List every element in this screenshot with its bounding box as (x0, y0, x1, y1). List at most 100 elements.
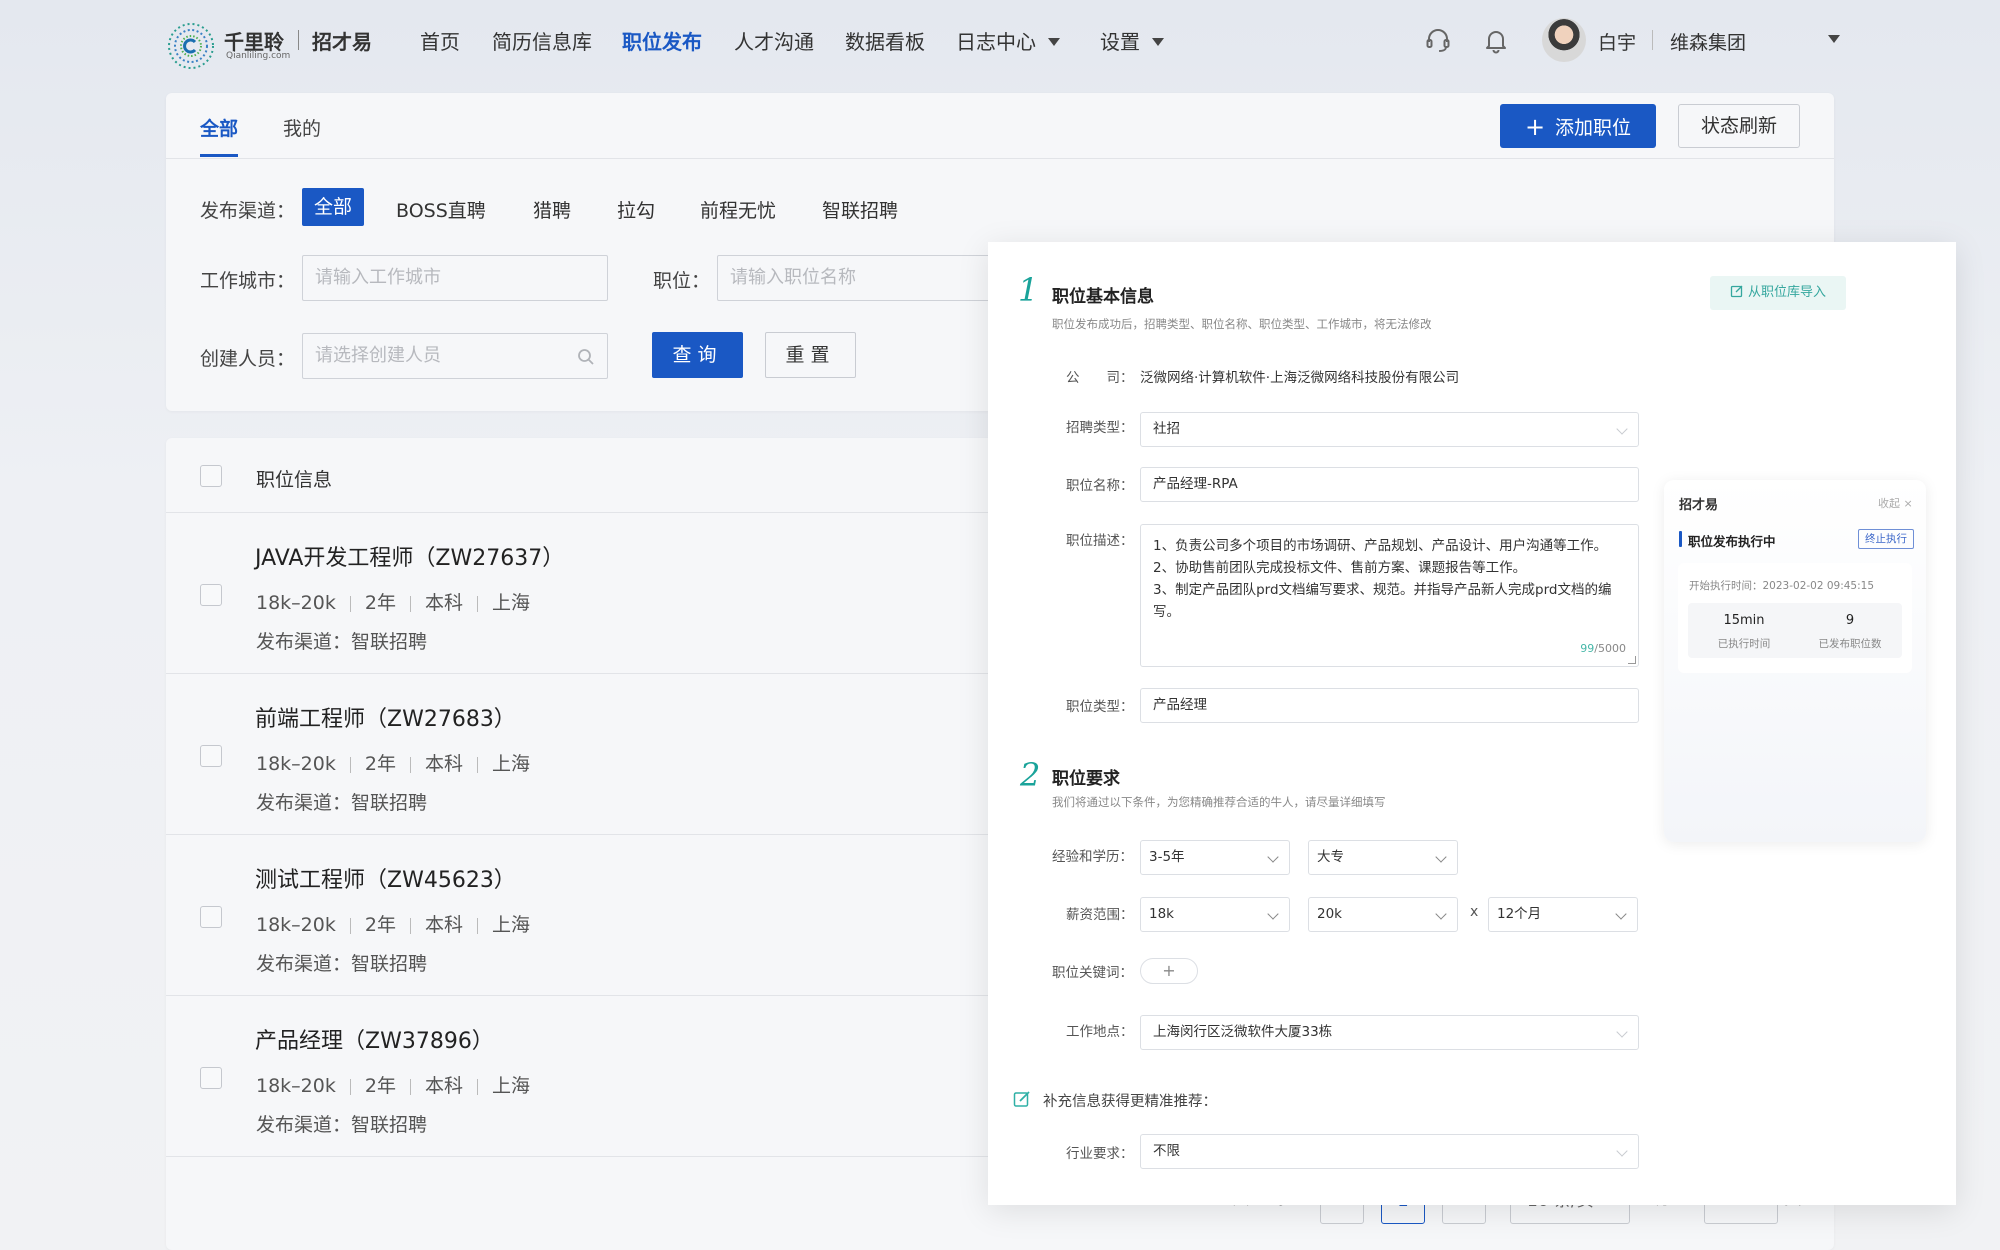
channel-liepin[interactable]: 猎聘 (533, 196, 571, 223)
channel-lagou[interactable]: 拉勾 (617, 196, 655, 223)
job-title[interactable]: JAVA开发工程师（ZW27637） (255, 540, 564, 572)
brand-product-name: 招才易 (312, 30, 372, 54)
avatar[interactable] (1542, 18, 1586, 62)
job-title[interactable]: 前端工程师（ZW27683） (255, 701, 516, 733)
education-select[interactable]: 大专 (1308, 840, 1458, 875)
resize-handle-icon[interactable] (1628, 656, 1636, 664)
nav-home[interactable]: 首页 (420, 26, 460, 55)
job-city: 上海 (491, 914, 530, 936)
chevron-down-icon (1616, 423, 1628, 435)
desc-line: 1、负责公司多个项目的市场调研、产品规划、产品设计、用户沟通等工作。 (1153, 538, 1608, 554)
active-tab-indicator (200, 154, 238, 157)
salary-min-value: 18k (1149, 906, 1174, 922)
desc-line: 写。 (1153, 604, 1180, 620)
job-experience: 2年 (364, 914, 396, 936)
reset-button[interactable]: 重置 (765, 332, 856, 378)
published-count-value: 9 (1845, 613, 1855, 628)
row-checkbox[interactable] (200, 906, 222, 928)
job-salary: 18k–20k (256, 592, 336, 614)
panel-title: 招才易 (1679, 498, 1719, 513)
job-name-input[interactable]: 产品经理-RPA (1140, 467, 1639, 502)
search-icon (578, 349, 594, 365)
headset-icon[interactable] (1424, 26, 1452, 54)
edit-icon (1730, 285, 1743, 298)
select-all-checkbox[interactable] (200, 465, 222, 487)
chevron-down-icon (1267, 908, 1279, 920)
nav-log-center[interactable]: 日志中心 (956, 26, 1060, 55)
refresh-status-button[interactable]: 状态刷新 (1678, 104, 1800, 148)
job-desc-label: 职位描述： (1066, 533, 1134, 549)
job-title[interactable]: 产品经理（ZW37896） (255, 1023, 494, 1055)
chevron-down-icon (1435, 851, 1447, 863)
job-city: 上海 (491, 753, 530, 775)
chevron-down-icon[interactable] (1828, 35, 1840, 43)
recruit-type-select[interactable]: 社招 (1140, 412, 1639, 447)
experience-select[interactable]: 3-5年 (1140, 840, 1290, 875)
city-input[interactable]: 请输入工作城市 (302, 255, 608, 301)
company-selector[interactable]: 维森集团 (1670, 28, 1746, 55)
channel-all[interactable]: 全部 (302, 188, 364, 226)
job-title[interactable]: 测试工程师（ZW45623） (255, 862, 516, 894)
panel-collapse-button[interactable]: 收起 × (1878, 495, 1913, 511)
add-keyword-button[interactable]: + (1140, 958, 1198, 984)
job-education: 本科 (424, 592, 463, 614)
published-count-label: 已发布职位数 (1818, 638, 1882, 650)
nav-talent-communication[interactable]: 人才沟通 (734, 26, 814, 55)
channel-51job[interactable]: 前程无忧 (700, 196, 776, 223)
section-title-basic-info: 职位基本信息 (1052, 287, 1154, 307)
channel-boss[interactable]: BOSS直聘 (396, 196, 486, 223)
nav-resume-library[interactable]: 简历信息库 (492, 26, 592, 55)
add-job-label: 添加职位 (1555, 117, 1632, 139)
desc-line: 3、制定产品团队prd文档编写要求、规范。并指导产品新人完成prd文档的编 (1153, 582, 1612, 598)
stop-execution-button[interactable]: 终止执行 (1858, 529, 1914, 549)
row-checkbox[interactable] (200, 745, 222, 767)
row-checkbox[interactable] (200, 1067, 222, 1089)
job-meta: 18k–20k 2年 本科 上海 (256, 588, 530, 615)
add-job-button[interactable]: + 添加职位 (1500, 104, 1656, 148)
job-salary: 18k–20k (256, 1075, 336, 1097)
job-desc-textarea[interactable]: 1、负责公司多个项目的市场调研、产品规划、产品设计、用户沟通等工作。 2、协助售… (1140, 524, 1639, 667)
education-value: 大专 (1317, 849, 1344, 865)
job-category-label: 职位类型： (1066, 699, 1134, 715)
job-category-input[interactable]: 产品经理 (1140, 688, 1639, 723)
channel-label: 发布渠道： (200, 200, 296, 222)
nav-data-dashboard[interactable]: 数据看板 (845, 26, 925, 55)
row-checkbox[interactable] (200, 584, 222, 606)
nav-job-posting[interactable]: 职位发布 (622, 26, 702, 55)
tab-mine[interactable]: 我的 (283, 114, 321, 141)
experience-value: 3-5年 (1149, 849, 1185, 865)
job-name-label: 职位名称： (1066, 478, 1134, 494)
user-name: 白宇 (1598, 32, 1637, 54)
import-from-library-button[interactable]: 从职位库导入 (1710, 276, 1846, 310)
industry-select[interactable]: 不限 (1140, 1134, 1639, 1169)
channel-zhaopin[interactable]: 智联招聘 (822, 196, 898, 223)
location-label: 工作地点： (1066, 1024, 1134, 1040)
bell-icon[interactable] (1482, 26, 1510, 54)
brand-divider (298, 30, 299, 50)
company-value: 泛微网络·计算机软件·上海泛微网络科技股份有限公司 (1140, 370, 1460, 386)
creator-label: 创建人员： (200, 348, 296, 370)
salary-min-select[interactable]: 18k (1140, 897, 1290, 932)
salary-months-value: 12个月 (1497, 906, 1542, 922)
salary-months-select[interactable]: 12个月 (1488, 897, 1638, 932)
execution-status: 职位发布执行中 (1688, 534, 1776, 549)
section-desc-basic-info: 职位发布成功后，招聘类型、职位名称、职位类型、工作城市，将无法修改 (1052, 317, 1432, 331)
creator-input[interactable]: 请选择创建人员 (302, 333, 608, 379)
location-select[interactable]: 上海闵行区泛微软件大厦33栋 (1140, 1015, 1639, 1050)
desc-line: 2、协助售前团队完成投标文件、售前方案、课题报告等工作。 (1153, 560, 1527, 576)
query-button[interactable]: 查询 (652, 332, 743, 378)
section-number: 1 (1018, 271, 1039, 309)
salary-max-select[interactable]: 20k (1308, 897, 1458, 932)
salary-label: 薪资范围： (1066, 907, 1134, 923)
job-salary: 18k–20k (256, 753, 336, 775)
section-title-requirements: 职位要求 (1052, 769, 1120, 789)
keyword-label: 职位关键词： (1052, 965, 1133, 981)
position-input[interactable]: 请输入职位名称 (717, 255, 997, 301)
tab-divider (166, 158, 1834, 159)
job-channel: 发布渠道：智联招聘 (256, 631, 428, 653)
job-channel: 发布渠道：智联招聘 (256, 792, 428, 814)
list-header-title: 职位信息 (256, 469, 333, 491)
job-education: 本科 (424, 753, 463, 775)
nav-settings[interactable]: 设置 (1100, 26, 1164, 55)
tab-all[interactable]: 全部 (200, 114, 238, 141)
